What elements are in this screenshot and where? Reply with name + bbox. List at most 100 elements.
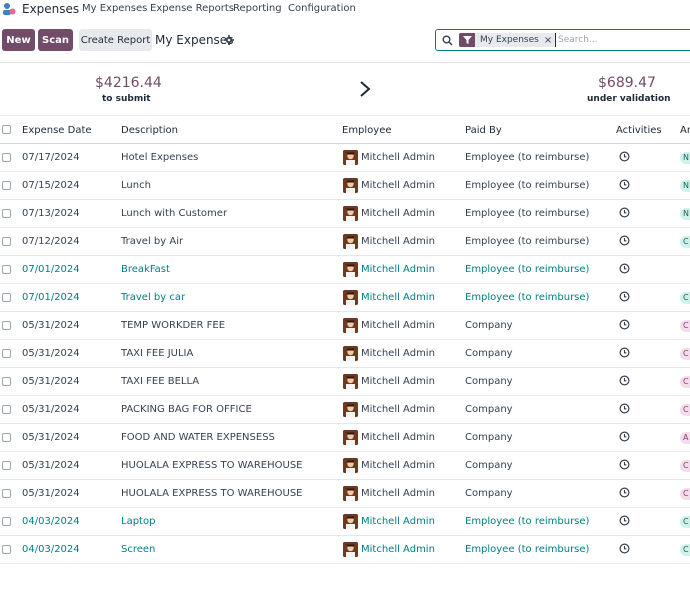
avatar xyxy=(343,514,358,529)
table-row[interactable]: 05/31/2024 HUOLALA EXPRESS TO WAREHOUSE Mi… xyxy=(0,452,690,480)
table-row[interactable]: 04/03/2024 Screen Mitchell Admin Employee (… xyxy=(0,536,690,564)
search-icon[interactable] xyxy=(442,35,453,46)
clock-icon[interactable] xyxy=(619,207,630,218)
column-header-employee[interactable]: Employee xyxy=(342,125,392,136)
expense-summary: $4216.44 to submit $689.47 under validat… xyxy=(0,62,690,116)
row-checkbox[interactable] xyxy=(2,265,11,274)
employee-name: Mitchell Admin xyxy=(361,516,435,527)
avatar xyxy=(343,402,358,417)
table-row[interactable]: 05/31/2024 HUOLALA EXPRESS TO WAREHOUSE Mi… xyxy=(0,480,690,508)
row-checkbox[interactable] xyxy=(2,181,11,190)
clock-icon[interactable] xyxy=(619,263,630,274)
row-checkbox[interactable] xyxy=(2,377,11,386)
scan-button[interactable]: Scan xyxy=(38,29,73,51)
expense-date: 07/01/2024 xyxy=(22,292,80,303)
paid-by: Employee (to reimburse) xyxy=(465,236,590,247)
table-row[interactable]: 04/03/2024 Laptop Mitchell Admin Employee (… xyxy=(0,508,690,536)
row-checkbox[interactable] xyxy=(2,489,11,498)
search-input[interactable] xyxy=(555,33,688,47)
clock-icon[interactable] xyxy=(619,543,630,554)
employee-name: Mitchell Admin xyxy=(361,432,435,443)
row-checkbox[interactable] xyxy=(2,545,11,554)
paid-by: Employee (to reimburse) xyxy=(465,544,590,555)
column-header-paid-by[interactable]: Paid By xyxy=(465,125,502,136)
create-report-button[interactable]: Create Report xyxy=(79,29,152,51)
clock-icon[interactable] xyxy=(619,235,630,246)
table-row[interactable]: 05/31/2024 TAXI FEE BELLA Mitchell Admin Co… xyxy=(0,368,690,396)
row-checkbox[interactable] xyxy=(2,433,11,442)
table-row[interactable]: 05/31/2024 PACKING BAG FOR OFFICE Mitchell… xyxy=(0,396,690,424)
breadcrumb-title: My Expenses xyxy=(155,33,234,47)
table-row[interactable]: 07/15/2024 Lunch Mitchell Admin Employee (t… xyxy=(0,172,690,200)
menu-reporting[interactable]: Reporting xyxy=(233,3,282,14)
employee-name: Mitchell Admin xyxy=(361,348,435,359)
column-header-description[interactable]: Description xyxy=(121,125,178,136)
employee-name: Mitchell Admin xyxy=(361,544,435,555)
clock-icon[interactable] xyxy=(619,487,630,498)
menu-my-expenses[interactable]: My Expenses xyxy=(82,3,147,14)
chevron-right-icon xyxy=(360,81,371,97)
app-title[interactable]: Expenses xyxy=(22,2,79,16)
status-badge: C xyxy=(680,292,690,304)
row-checkbox[interactable] xyxy=(2,237,11,246)
search-bar[interactable]: My Expenses × xyxy=(435,29,690,51)
row-checkbox[interactable] xyxy=(2,461,11,470)
clock-icon[interactable] xyxy=(619,319,630,330)
clock-icon[interactable] xyxy=(619,431,630,442)
employee-name: Mitchell Admin xyxy=(361,292,435,303)
to-submit-amount[interactable]: $4216.44 xyxy=(95,75,162,91)
to-submit-label: to submit xyxy=(102,94,151,104)
clock-icon[interactable] xyxy=(619,515,630,526)
employee-name: Mitchell Admin xyxy=(361,152,435,163)
table-row[interactable]: 07/01/2024 Travel by car Mitchell Admin Emp… xyxy=(0,284,690,312)
expense-date: 07/17/2024 xyxy=(22,152,80,163)
row-checkbox[interactable] xyxy=(2,321,11,330)
expense-description: Lunch xyxy=(121,180,151,191)
clock-icon[interactable] xyxy=(619,403,630,414)
status-badge: N xyxy=(680,152,690,164)
column-header-activities[interactable]: Activities xyxy=(616,125,662,136)
table-row[interactable]: 07/12/2024 Travel by Air Mitchell Admin Emp… xyxy=(0,228,690,256)
menu-configuration[interactable]: Configuration xyxy=(288,3,356,14)
row-checkbox[interactable] xyxy=(2,405,11,414)
top-navbar: Expenses My Expenses Expense Reports Rep… xyxy=(0,0,690,18)
under-validation-amount[interactable]: $689.47 xyxy=(598,75,656,91)
gear-icon[interactable] xyxy=(224,35,234,45)
expense-description: FOOD AND WATER EXPENSESS xyxy=(121,432,275,443)
table-row[interactable]: 05/31/2024 TAXI FEE JULIA Mitchell Admin Co… xyxy=(0,340,690,368)
expense-date: 05/31/2024 xyxy=(22,432,80,443)
clock-icon[interactable] xyxy=(619,179,630,190)
employee-name: Mitchell Admin xyxy=(361,264,435,275)
select-all-checkbox[interactable] xyxy=(2,125,11,134)
filter-icon xyxy=(459,33,475,47)
clock-icon[interactable] xyxy=(619,151,630,162)
status-badge: N xyxy=(680,180,690,192)
clock-icon[interactable] xyxy=(619,291,630,302)
employee-name: Mitchell Admin xyxy=(361,404,435,415)
expenses-app-icon[interactable] xyxy=(2,2,16,16)
table-row[interactable]: 05/31/2024 TEMP WORKDER FEE Mitchell Admin… xyxy=(0,312,690,340)
column-header-amount[interactable]: Am xyxy=(680,125,690,136)
row-checkbox[interactable] xyxy=(2,209,11,218)
clock-icon[interactable] xyxy=(619,459,630,470)
expense-description: Laptop xyxy=(121,516,156,527)
clock-icon[interactable] xyxy=(619,375,630,386)
table-row[interactable]: 07/01/2024 BreakFast Mitchell Admin Employe… xyxy=(0,256,690,284)
facet-label: My Expenses xyxy=(480,35,539,45)
paid-by: Employee (to reimburse) xyxy=(465,292,590,303)
avatar xyxy=(343,430,358,445)
expense-description: PACKING BAG FOR OFFICE xyxy=(121,404,252,415)
column-header-date[interactable]: Expense Date xyxy=(22,125,92,136)
table-row[interactable]: 05/31/2024 FOOD AND WATER EXPENSESS Mitche… xyxy=(0,424,690,452)
table-row[interactable]: 07/17/2024 Hotel Expenses Mitchell Admin Em… xyxy=(0,144,690,172)
row-checkbox[interactable] xyxy=(2,153,11,162)
row-checkbox[interactable] xyxy=(2,349,11,358)
menu-expense-reports[interactable]: Expense Reports xyxy=(150,3,234,14)
table-row[interactable]: 07/13/2024 Lunch with Customer Mitchell Ad… xyxy=(0,200,690,228)
new-button[interactable]: New xyxy=(2,29,35,51)
row-checkbox[interactable] xyxy=(2,517,11,526)
avatar xyxy=(343,290,358,305)
row-checkbox[interactable] xyxy=(2,293,11,302)
status-badge: C xyxy=(680,348,690,360)
clock-icon[interactable] xyxy=(619,347,630,358)
